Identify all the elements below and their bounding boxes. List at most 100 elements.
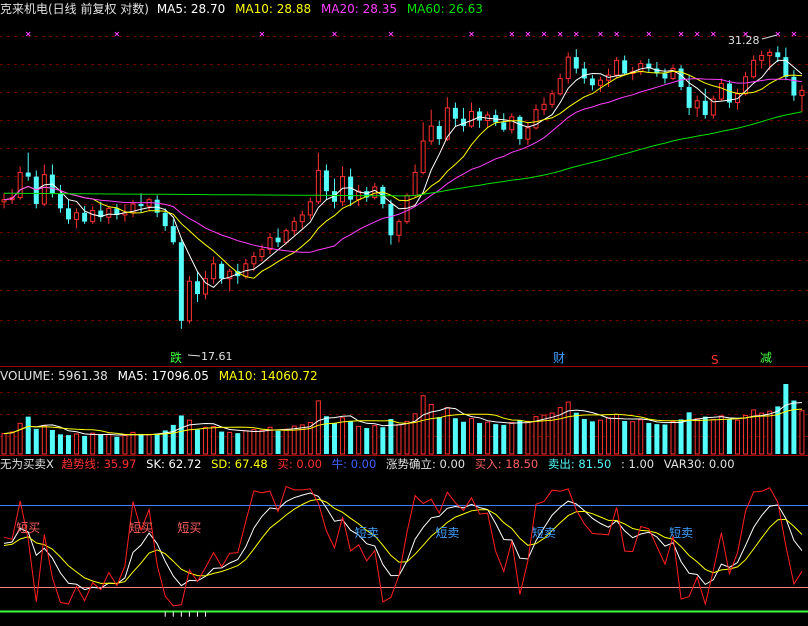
- volume-bar: [259, 429, 265, 455]
- volume-bar: [589, 421, 595, 454]
- sk-line: [3, 492, 803, 591]
- volume-bar: [98, 434, 104, 454]
- volume-bar: [646, 422, 652, 454]
- candle-body: [614, 59, 620, 76]
- volume-bar: [90, 432, 96, 455]
- volume-bar: [396, 424, 402, 455]
- volume-bar: [573, 412, 579, 454]
- ma10-line: [3, 70, 803, 279]
- volume-bar: [670, 420, 676, 455]
- volume-bar: [17, 422, 23, 455]
- volume-bar: [372, 425, 378, 455]
- candle-body: [74, 212, 80, 220]
- stock-title: 克来机电(日线 前复权 对数): [0, 2, 149, 16]
- volume-bar: [25, 416, 31, 454]
- tag-cai: 财: [553, 351, 565, 365]
- candle-body: [307, 201, 313, 216]
- volume-bar: [170, 424, 176, 454]
- volume-bar: [525, 420, 531, 455]
- candle-body: [219, 263, 225, 279]
- short-sell-signal: 短卖: [532, 526, 556, 540]
- volume-bar: [477, 422, 483, 454]
- candle-body: [581, 68, 587, 79]
- ma20-value: MA20: 28.35: [320, 2, 397, 16]
- volume-bar: [509, 422, 515, 455]
- candle-body: [420, 140, 426, 174]
- candle-body: [718, 83, 724, 100]
- high-price-label: 31.28: [728, 34, 760, 47]
- candle-body: [662, 73, 668, 79]
- volume-bar: [718, 415, 724, 455]
- candle-body: [251, 256, 257, 265]
- volume-bar: [614, 413, 620, 455]
- indicator-name: 无为买卖X: [0, 457, 54, 471]
- volume-bar: [9, 431, 15, 455]
- volume-bar: [686, 412, 692, 454]
- volume-bar: [340, 417, 346, 455]
- candle-body: [501, 122, 507, 130]
- candle-body: [138, 203, 144, 207]
- volume-bar: [227, 431, 233, 455]
- volume-bar: [331, 423, 337, 454]
- candle-body: [573, 57, 579, 69]
- candle-body: [436, 126, 442, 140]
- volume-bar: [380, 427, 386, 454]
- candle-body: [557, 77, 563, 95]
- volume-bar: [211, 425, 217, 455]
- volume-bar: [493, 424, 499, 454]
- candle-body: [396, 221, 402, 236]
- volume-bar: [122, 435, 128, 455]
- volume-bar: [146, 434, 152, 455]
- candle-body: [82, 212, 88, 222]
- signal-x-marker: [694, 31, 700, 37]
- volume-bar: [178, 415, 184, 454]
- signal-x-marker: [541, 31, 547, 37]
- volume-bar: [203, 426, 209, 455]
- volume-bar: [404, 420, 410, 455]
- candle-body: [622, 60, 628, 74]
- candle-body: [323, 170, 329, 192]
- candle-body: [541, 103, 547, 111]
- signal-x-marker: [646, 31, 652, 37]
- volume-bar: [452, 418, 458, 454]
- volume-bar: [444, 407, 450, 455]
- volume-bar: [267, 426, 273, 455]
- candle-body: [509, 116, 515, 131]
- candle-body: [694, 100, 700, 109]
- short-sell-signal: 短卖: [435, 526, 459, 540]
- volume-bar: [654, 424, 660, 454]
- volume-bar: [622, 420, 628, 454]
- candle-body: [751, 59, 757, 78]
- volume-bar: [581, 419, 587, 454]
- candle-body: [25, 172, 31, 177]
- candle-body: [469, 110, 475, 127]
- tag-die: 跌: [170, 350, 182, 365]
- volume-bar: [638, 419, 644, 455]
- volume-bar: [235, 433, 241, 454]
- vol-ma10-value: MA10: 14060.72: [218, 369, 318, 383]
- volume-bar: [469, 418, 475, 455]
- candle-body: [283, 230, 289, 243]
- candle-body: [194, 281, 200, 295]
- trend-value: 趋势线: 35.97: [61, 457, 137, 471]
- volume-bar: [66, 435, 72, 454]
- stock-chart[interactable]: 短买 短买 短买 短卖 短卖 短卖 短卖 31.28 17.61 跌 财 S 减: [0, 0, 808, 626]
- volume-bar: [436, 417, 442, 454]
- candle-body: [412, 172, 418, 196]
- ma5-value: MA5: 28.70: [156, 2, 226, 16]
- volume-bar: [348, 420, 354, 454]
- signal-x-marker: [509, 31, 515, 37]
- volume-bar: [33, 428, 39, 454]
- volume-bar: [114, 436, 120, 454]
- candle-body: [106, 207, 112, 218]
- volume-value: VOLUME: 5961.38: [0, 369, 108, 383]
- volume-bar: [1, 433, 7, 455]
- volume-bar: [57, 434, 63, 454]
- indicator-legend: 无为买卖X 趋势线: 35.97 SK: 62.72 SD: 67.48 买: …: [0, 457, 741, 471]
- candle-body: [291, 221, 297, 232]
- volume-bar: [743, 414, 749, 455]
- signal-x-marker: [710, 31, 716, 37]
- volume-bar: [106, 433, 112, 455]
- volume-bar: [694, 418, 700, 455]
- tag-s: S: [711, 353, 719, 367]
